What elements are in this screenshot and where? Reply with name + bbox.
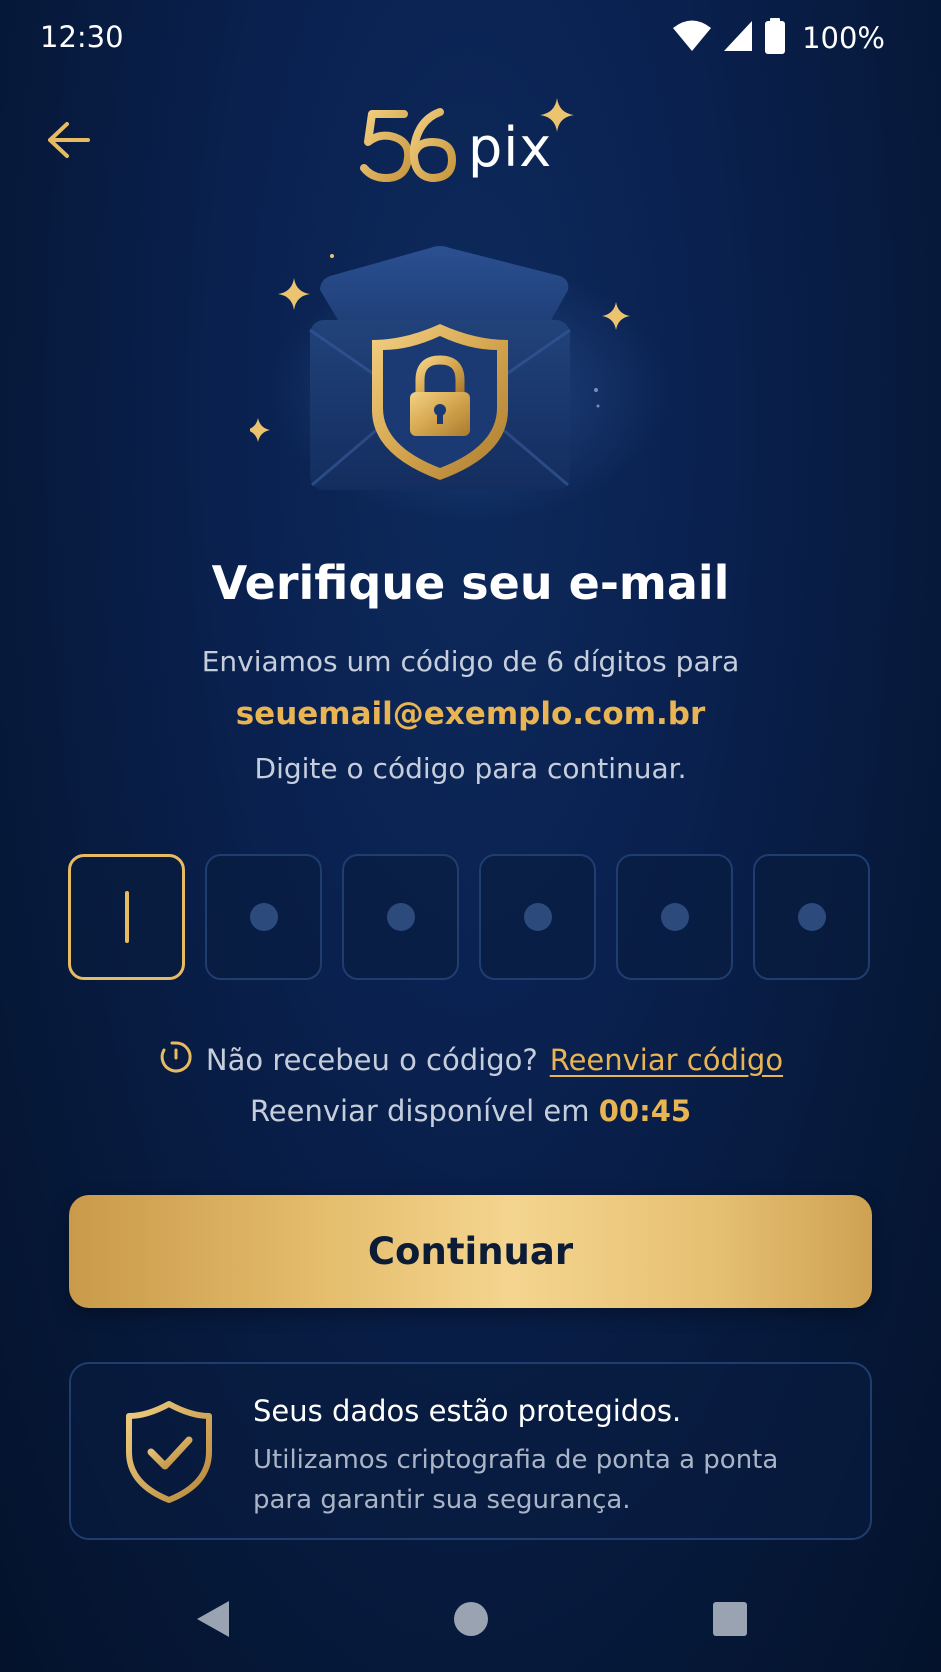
wifi-icon [672, 19, 712, 57]
system-navigation-bar [0, 1570, 941, 1672]
otp-input-group [68, 854, 873, 982]
status-time: 12:30 [40, 20, 124, 54]
empty-digit-dot [249, 903, 278, 931]
otp-digit-4[interactable] [479, 854, 596, 980]
triangle-back-icon [195, 1599, 231, 1643]
resend-question: Não recebeu o código? [205, 1043, 538, 1077]
resend-row: Não recebeu o código? Reenviar código [0, 1040, 941, 1080]
otp-digit-3[interactable] [342, 854, 459, 980]
timer-prefix: Reenviar disponível em [249, 1094, 590, 1128]
battery-icon [764, 18, 786, 58]
subtitle: Enviamos um código de 6 dígitos para [201, 645, 740, 678]
battery-percentage: 100% [802, 21, 885, 55]
empty-digit-dot [797, 903, 826, 931]
security-description: Utilizamos criptografia de ponta a ponta… [253, 1445, 779, 1515]
continue-button-label: Continuar [367, 1230, 574, 1273]
envelope-shield-lock-illustration [246, 240, 690, 530]
resend-code-link[interactable]: Reenviar código [550, 1043, 783, 1077]
resend-timer: Reenviar disponível em 00:45 [0, 1094, 941, 1128]
otp-digit-1[interactable] [68, 854, 185, 980]
header: pix [0, 90, 941, 190]
continue-button[interactable]: Continuar [69, 1195, 872, 1308]
timer-icon [158, 1039, 194, 1082]
instruction-text: Digite o código para continuar. [254, 752, 687, 785]
security-notice-card: Seus dados estão protegidos. Utilizamos … [69, 1362, 872, 1540]
shield-check-icon [125, 1400, 213, 1504]
otp-digit-5[interactable] [616, 854, 733, 980]
nav-recents-button[interactable] [705, 1596, 755, 1646]
page-title: Verifique seu e-mail [211, 556, 730, 610]
empty-digit-dot [660, 903, 689, 931]
empty-digit-dot [386, 903, 415, 931]
sparkle-icon [540, 98, 574, 132]
nav-home-button[interactable] [446, 1596, 496, 1646]
back-button[interactable] [38, 112, 98, 172]
timer-value: 00:45 [598, 1094, 692, 1128]
otp-digit-6[interactable] [753, 854, 870, 980]
status-icons: 100% [672, 18, 885, 58]
empty-digit-dot [523, 903, 552, 931]
app-logo: pix [360, 98, 580, 198]
email-address: seuemail@exemplo.com.br [235, 696, 706, 732]
text-cursor [124, 891, 129, 943]
logo-mark-56 [360, 108, 457, 183]
square-recents-icon [712, 1601, 748, 1641]
circle-home-icon [453, 1601, 489, 1641]
nav-back-button[interactable] [188, 1596, 238, 1646]
arrow-left-icon [45, 120, 91, 164]
cellular-signal-icon [722, 19, 754, 57]
otp-digit-2[interactable] [205, 854, 322, 980]
status-bar: 12:30 100% [0, 0, 941, 80]
security-title: Seus dados estão protegidos. [253, 1394, 682, 1428]
